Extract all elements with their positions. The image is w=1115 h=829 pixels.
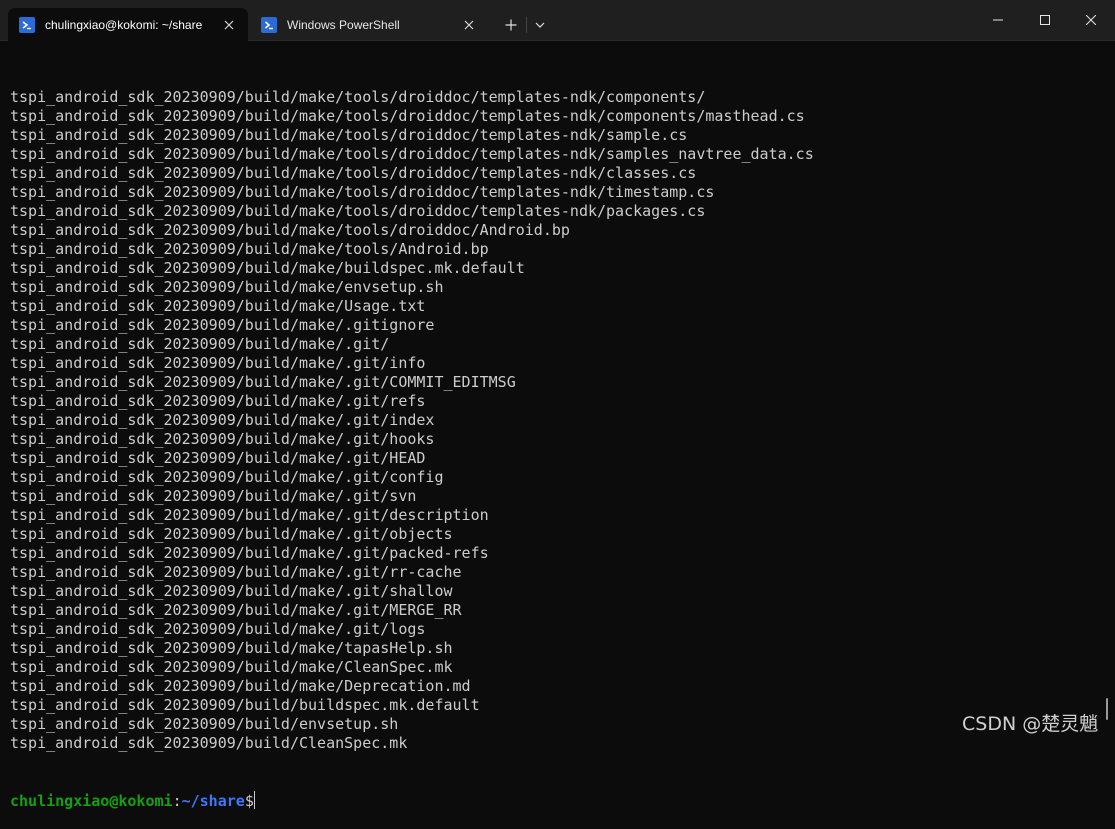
output-line: tspi_android_sdk_20230909/build/make/.gi… xyxy=(10,392,426,410)
close-icon xyxy=(224,20,234,29)
output-line: tspi_android_sdk_20230909/build/CleanSpe… xyxy=(10,734,408,752)
output-line: tspi_android_sdk_20230909/build/make/too… xyxy=(10,202,706,220)
powershell-icon xyxy=(261,16,277,33)
minimize-button[interactable] xyxy=(975,0,1021,40)
output-line: tspi_android_sdk_20230909/build/make/too… xyxy=(10,164,697,182)
output-line: tspi_android_sdk_20230909/build/make/too… xyxy=(10,221,570,239)
close-tab-button[interactable] xyxy=(456,12,482,38)
output-line: tspi_android_sdk_20230909/build/make/Cle… xyxy=(10,658,453,676)
prompt-separator: : xyxy=(172,792,182,810)
prompt-path: ~/share xyxy=(181,792,245,810)
minimize-icon xyxy=(993,19,1003,21)
output-line: tspi_android_sdk_20230909/build/buildspe… xyxy=(10,696,480,714)
close-window-button[interactable] xyxy=(1068,0,1114,40)
close-icon xyxy=(1086,15,1096,25)
plus-icon xyxy=(505,19,517,31)
terminal-output[interactable]: tspi_android_sdk_20230909/build/make/too… xyxy=(0,41,1115,810)
output-line: tspi_android_sdk_20230909/build/make/.gi… xyxy=(10,487,417,505)
output-line: tspi_android_sdk_20230909/build/make/too… xyxy=(10,240,489,258)
output-line: tspi_android_sdk_20230909/build/make/env… xyxy=(10,278,444,296)
output-line: tspi_android_sdk_20230909/build/make/.gi… xyxy=(10,373,516,391)
output-line: tspi_android_sdk_20230909/build/make/.gi… xyxy=(10,525,453,543)
output-line: tspi_android_sdk_20230909/build/make/.gi… xyxy=(10,506,489,524)
terminal-lines: tspi_android_sdk_20230909/build/make/too… xyxy=(10,88,1115,753)
output-line: tspi_android_sdk_20230909/build/make/.gi… xyxy=(10,354,426,372)
output-line: tspi_android_sdk_20230909/build/make/.gi… xyxy=(10,411,435,429)
output-line: tspi_android_sdk_20230909/build/make/.gi… xyxy=(10,563,462,581)
profile-dropdown-button[interactable] xyxy=(526,10,554,40)
output-line: tspi_android_sdk_20230909/build/make/.gi… xyxy=(10,468,444,486)
output-line: tspi_android_sdk_20230909/build/make/too… xyxy=(10,126,688,144)
output-line: tspi_android_sdk_20230909/build/make/too… xyxy=(10,88,706,106)
close-tab-button[interactable] xyxy=(216,12,242,38)
output-line: tspi_android_sdk_20230909/build/make/.gi… xyxy=(10,620,426,638)
command-prompt[interactable]: chulingxiao@kokomi:~/share$ xyxy=(10,791,1115,810)
output-line: tspi_android_sdk_20230909/build/make/.gi… xyxy=(10,601,462,619)
output-line: tspi_android_sdk_20230909/build/make/tap… xyxy=(10,639,453,657)
output-line: tspi_android_sdk_20230909/build/make/too… xyxy=(10,183,715,201)
output-line: tspi_android_sdk_20230909/build/make/bui… xyxy=(10,259,525,277)
text-cursor xyxy=(253,791,255,809)
close-icon xyxy=(464,20,474,29)
output-line: tspi_android_sdk_20230909/build/make/.gi… xyxy=(10,449,426,467)
output-line: tspi_android_sdk_20230909/build/make/.gi… xyxy=(10,582,453,600)
chevron-down-icon xyxy=(535,22,545,28)
output-line: tspi_android_sdk_20230909/build/make/too… xyxy=(10,107,805,125)
output-line: tspi_android_sdk_20230909/build/make/Dep… xyxy=(10,677,471,695)
tab-ubuntu[interactable]: chulingxiao@kokomi: ~/share xyxy=(8,8,248,41)
output-line: tspi_android_sdk_20230909/build/envsetup… xyxy=(10,715,399,733)
output-line: tspi_android_sdk_20230909/build/make/.gi… xyxy=(10,335,390,353)
prompt-symbol: $ xyxy=(244,792,254,810)
output-line: tspi_android_sdk_20230909/build/make/.gi… xyxy=(10,430,435,448)
prompt-user-host: chulingxiao@kokomi xyxy=(10,792,173,810)
new-tab-button[interactable] xyxy=(496,10,526,40)
tab-powershell[interactable]: Windows PowerShell xyxy=(250,8,488,41)
watermark: CSDN @楚灵魈 xyxy=(962,713,1099,735)
maximize-button[interactable] xyxy=(1022,0,1068,40)
title-bar: chulingxiao@kokomi: ~/share Windows Powe… xyxy=(0,0,1115,41)
output-line: tspi_android_sdk_20230909/build/make/too… xyxy=(10,145,814,163)
output-line: tspi_android_sdk_20230909/build/make/.gi… xyxy=(10,544,489,562)
scrollbar-thumb[interactable] xyxy=(1106,698,1108,720)
linux-terminal-icon xyxy=(19,16,35,33)
output-line: tspi_android_sdk_20230909/build/make/.gi… xyxy=(10,316,435,334)
tab-title: chulingxiao@kokomi: ~/share xyxy=(45,17,203,32)
maximize-icon xyxy=(1040,15,1050,25)
output-line: tspi_android_sdk_20230909/build/make/Usa… xyxy=(10,297,426,315)
tab-title: Windows PowerShell xyxy=(287,17,400,32)
